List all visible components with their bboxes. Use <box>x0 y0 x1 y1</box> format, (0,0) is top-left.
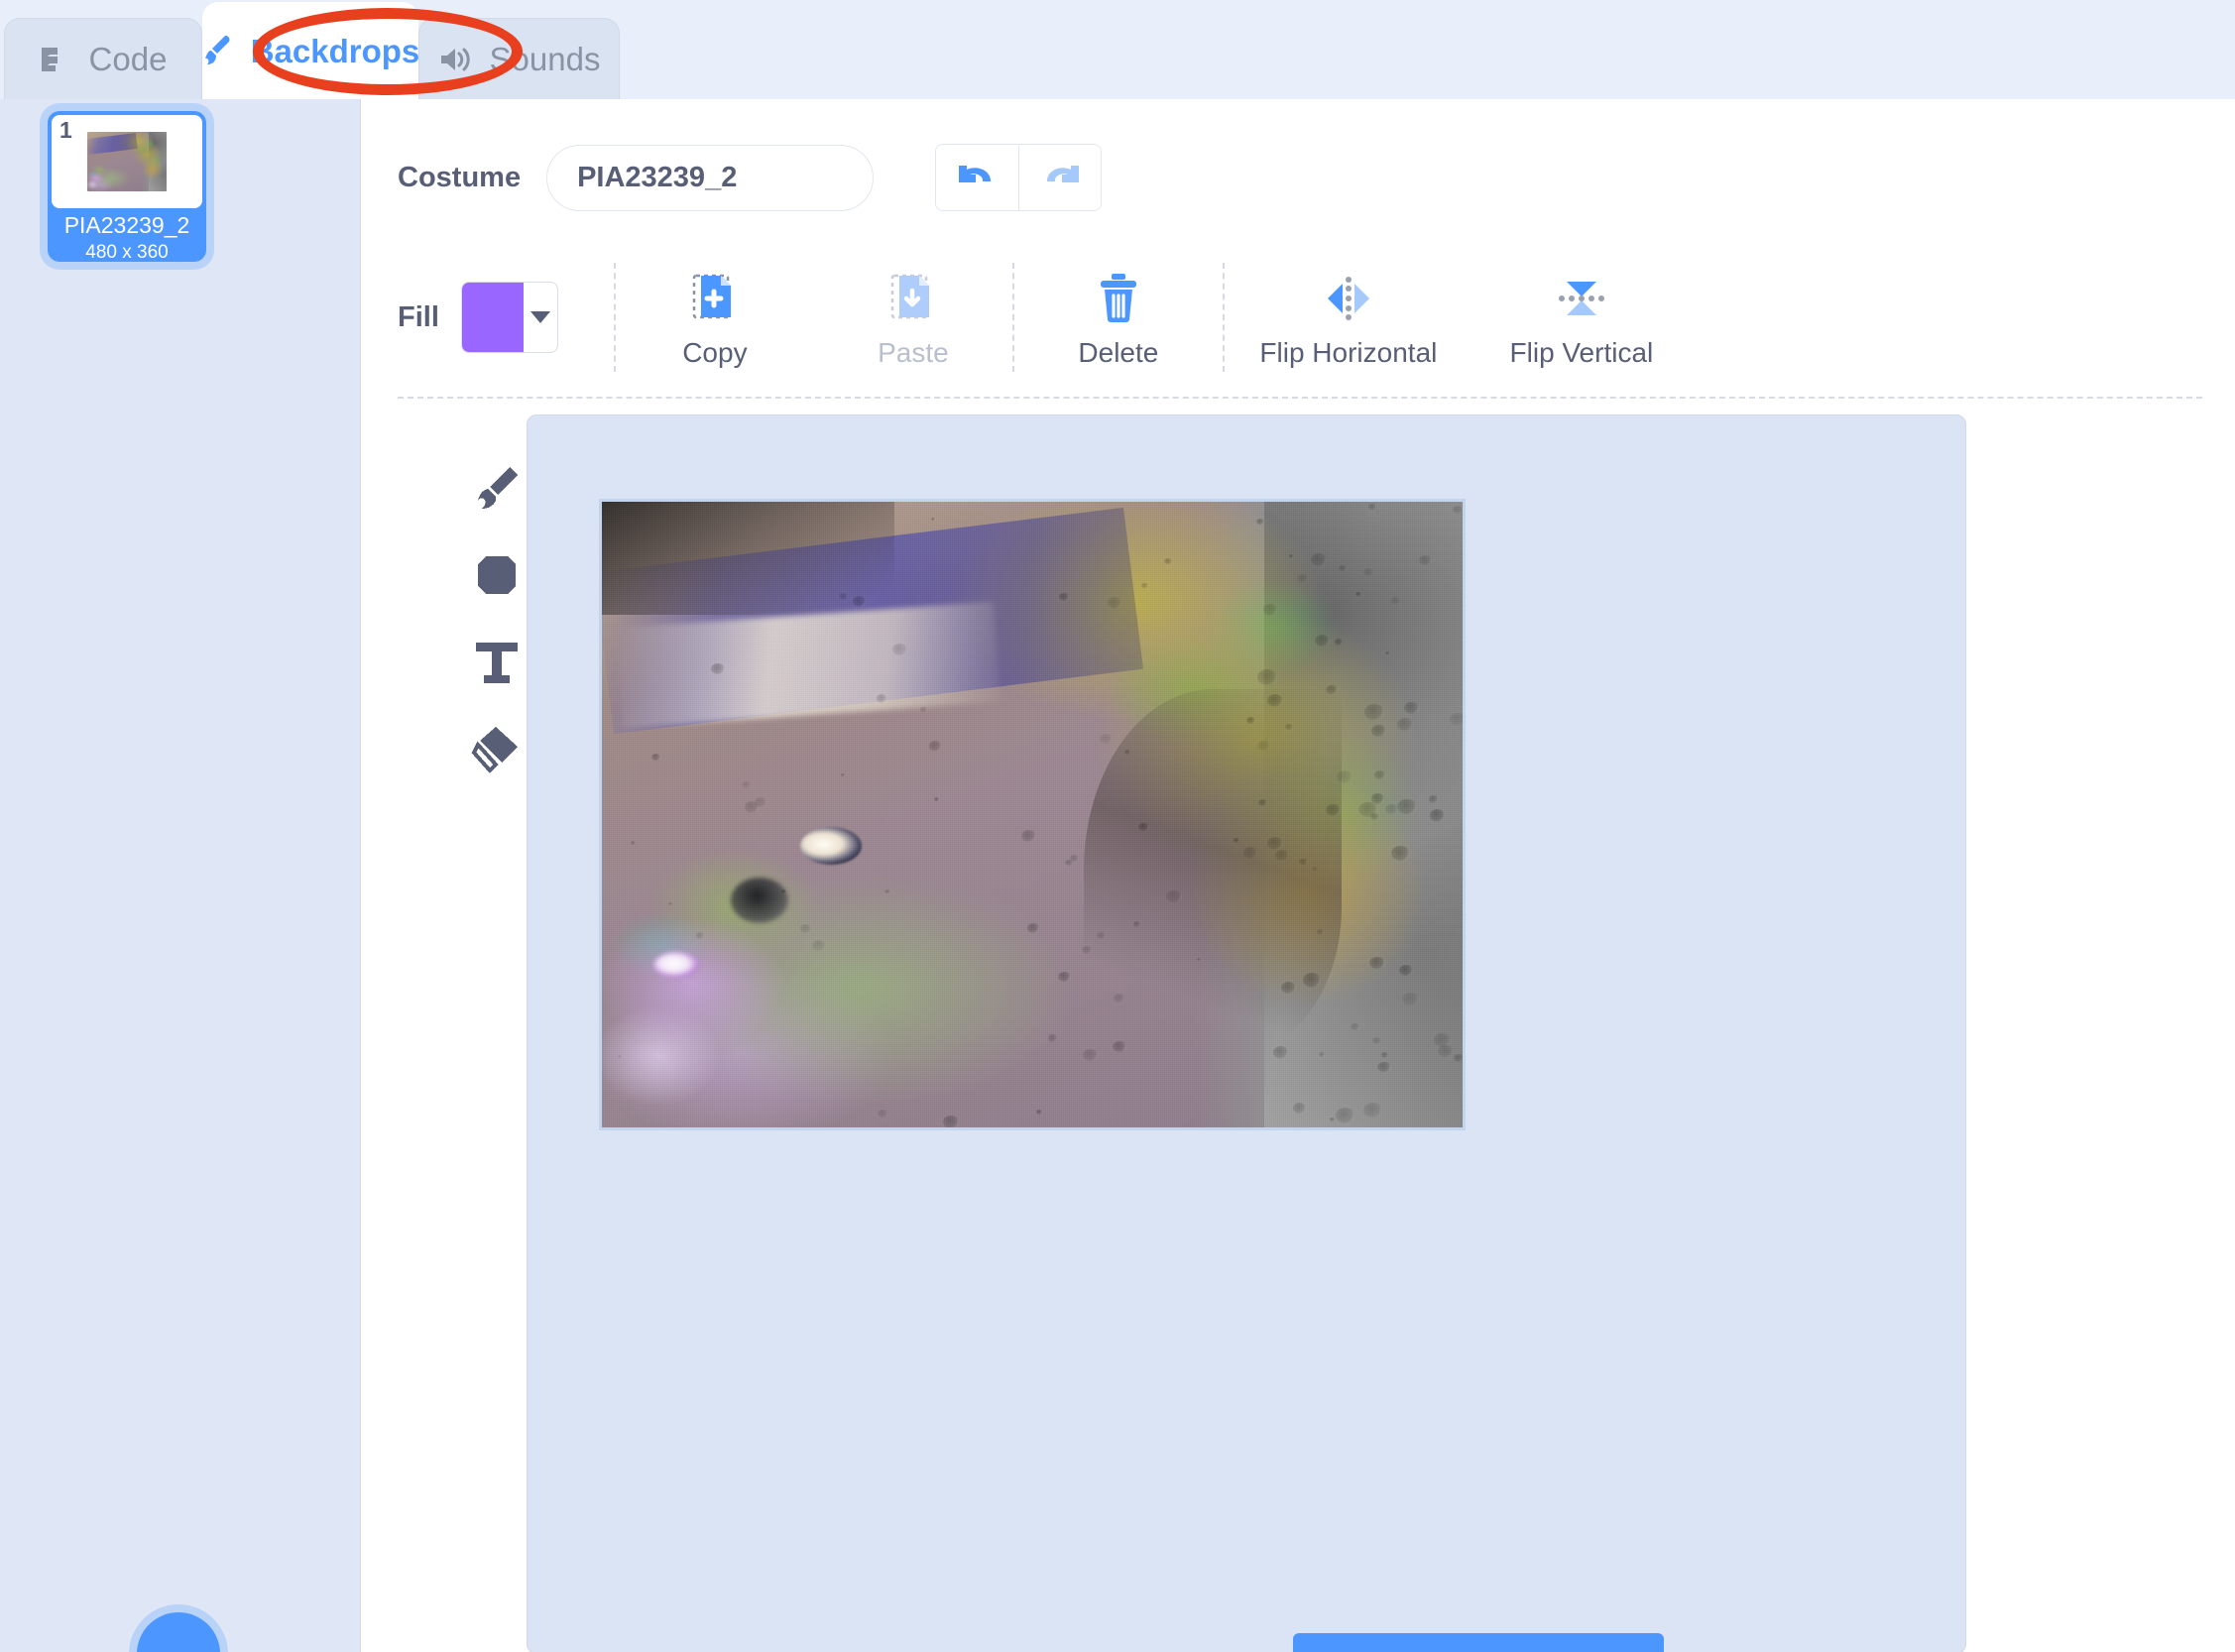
backdrop-size-label: 480 x 360 <box>85 242 169 263</box>
redo-button[interactable] <box>1018 145 1102 210</box>
undo-redo-group <box>935 144 1103 211</box>
fill-color-group: Fill <box>398 282 614 353</box>
speaker-icon <box>438 45 474 74</box>
copy-label: Copy <box>682 337 748 368</box>
paint-editor: Costume Fill <box>362 99 2235 1652</box>
eraser-icon <box>466 719 528 785</box>
trash-icon <box>1092 268 1145 327</box>
tab-backdrops-label: Backdrops <box>250 33 420 69</box>
backdrop-thumbnail-frame: 1 <box>52 115 202 208</box>
text-icon <box>466 632 528 698</box>
code-blocks-icon <box>40 45 73 74</box>
flip-horizontal-button[interactable]: Flip Horizontal <box>1225 258 1472 377</box>
costume-name-row: Costume <box>398 144 1103 211</box>
flip-vertical-label: Flip Vertical <box>1509 337 1654 368</box>
artwork-layer-noise <box>602 502 1463 1127</box>
undo-button[interactable] <box>936 145 1019 210</box>
canvas-bottom-bar[interactable] <box>1293 1633 1664 1652</box>
backdrop-thumbnail-image <box>87 132 167 191</box>
chevron-down-icon <box>524 283 557 352</box>
fill-color-preview <box>461 283 524 352</box>
flip-vertical-button[interactable]: Flip Vertical <box>1472 258 1691 377</box>
tab-sounds[interactable]: Sounds <box>418 18 620 99</box>
costume-name-input[interactable] <box>546 144 875 211</box>
delete-button[interactable]: Delete <box>1014 258 1223 377</box>
delete-label: Delete <box>1078 337 1159 368</box>
paintbrush-icon <box>201 34 235 69</box>
flip-vertical-icon <box>1552 268 1611 327</box>
brush-icon <box>466 457 528 524</box>
tab-code-label: Code <box>88 41 168 77</box>
flip-horizontal-icon <box>1319 268 1378 327</box>
tab-sounds-label: Sounds <box>489 41 601 77</box>
add-backdrop-button[interactable] <box>137 1612 220 1652</box>
copy-button[interactable]: Copy <box>616 258 814 377</box>
scratch-backdrop-editor: Code Backdrops Sounds 1 PIA23239_2 480 x… <box>0 0 2235 1652</box>
paint-toolbar: Fill Copy Paste Delete Flip Horizontal F… <box>398 258 1691 377</box>
backdrop-list-item[interactable]: 1 PIA23239_2 480 x 360 <box>48 111 206 262</box>
copy-icon <box>688 268 742 327</box>
editor-tab-bar: Code Backdrops Sounds <box>0 0 2235 99</box>
backdrop-artwork[interactable] <box>599 499 1466 1130</box>
tab-code[interactable]: Code <box>4 18 202 99</box>
paste-button[interactable]: Paste <box>814 258 1012 377</box>
circle-icon <box>466 544 528 611</box>
backdrop-selector-sidebar: 1 PIA23239_2 480 x 360 <box>0 99 361 1652</box>
backdrop-index-label: 1 <box>59 117 72 143</box>
paste-icon <box>886 268 940 327</box>
backdrop-name-label: PIA23239_2 <box>63 212 190 238</box>
costume-label: Costume <box>398 161 522 193</box>
fill-label: Fill <box>398 300 439 333</box>
paste-label: Paste <box>878 337 949 368</box>
tab-backdrops[interactable]: Backdrops <box>201 2 420 99</box>
fill-color-swatch[interactable] <box>460 282 558 353</box>
paint-canvas[interactable] <box>527 414 1966 1652</box>
toolbar-separator <box>398 397 2202 399</box>
flip-horizontal-label: Flip Horizontal <box>1259 337 1438 368</box>
